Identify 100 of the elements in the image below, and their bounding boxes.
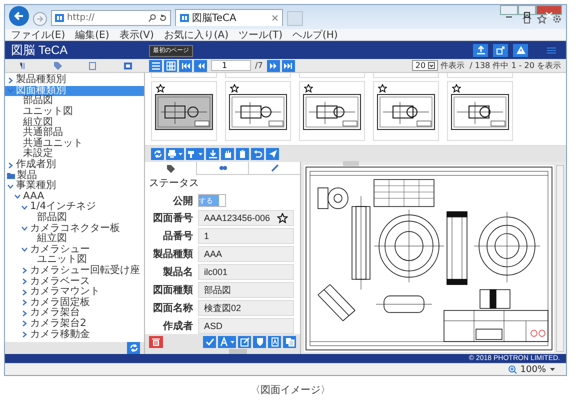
chevron-right-icon[interactable] — [21, 331, 28, 338]
tree-item[interactable]: 1/4インチネジ — [5, 202, 144, 213]
tree-item[interactable]: 未設定 — [5, 149, 144, 160]
chevron-right-icon[interactable] — [21, 267, 28, 274]
hand-button[interactable] — [221, 148, 234, 160]
tree-item[interactable]: カメラ架台 — [5, 308, 144, 319]
star-icon[interactable] — [378, 84, 387, 93]
star-icon[interactable] — [304, 84, 313, 93]
thumbnail-card[interactable] — [225, 81, 291, 141]
chevron-right-icon[interactable] — [21, 320, 28, 328]
tree-item[interactable]: AAA — [5, 192, 144, 202]
send-button[interactable] — [266, 148, 279, 160]
page-input[interactable]: 1 — [211, 60, 251, 71]
pdf-button[interactable] — [268, 336, 281, 348]
stamp-button[interactable] — [186, 148, 204, 160]
chevron-right-icon[interactable] — [7, 162, 14, 169]
star-icon[interactable] — [230, 84, 239, 93]
close-button[interactable] — [536, 5, 562, 15]
menu-item[interactable]: 表示(V) — [119, 29, 154, 40]
grid-view-button[interactable] — [164, 60, 177, 72]
chevron-down-icon[interactable] — [21, 246, 28, 254]
tree-item[interactable]: カメラシュー回転受け座 — [5, 266, 144, 276]
tree-item[interactable]: カメラベース — [5, 276, 144, 287]
sidebar-tab-icon[interactable] — [18, 60, 28, 70]
tree-item[interactable]: 組立図 — [5, 234, 144, 244]
thumbnail-card[interactable] — [447, 81, 513, 141]
chevron-right-icon[interactable] — [21, 299, 28, 306]
menu-item[interactable]: ツール(T) — [238, 29, 282, 40]
per-page-select[interactable]: 20 — [412, 60, 438, 71]
star-icon[interactable] — [156, 84, 165, 93]
upload-button[interactable] — [473, 44, 488, 56]
download-button[interactable] — [206, 148, 219, 160]
tree-item[interactable]: カメラコネクター板 — [5, 223, 144, 234]
text-field[interactable]: 検査図02 — [198, 300, 294, 316]
shield-button[interactable] — [253, 336, 266, 348]
thumbnail-card[interactable] — [299, 73, 365, 78]
maximize-button[interactable] — [518, 5, 536, 15]
chevron-right-icon[interactable] — [7, 76, 14, 84]
chevron-right-icon[interactable] — [21, 278, 28, 286]
address-field[interactable]: http:// — [51, 10, 171, 26]
first-page-button[interactable] — [179, 60, 192, 72]
scroll-bar[interactable] — [556, 165, 564, 352]
next-page-button[interactable] — [266, 60, 280, 72]
chevron-down-icon[interactable] — [21, 225, 28, 232]
text-field[interactable]: 部品図 — [198, 282, 294, 298]
text-field[interactable]: 1 — [198, 228, 294, 244]
edit-button[interactable] — [238, 336, 251, 348]
tree-item[interactable]: 組立図 — [5, 117, 144, 128]
refresh-button[interactable] — [127, 342, 140, 354]
thumbnail-card[interactable] — [225, 73, 291, 78]
tree-item[interactable]: ユニット図 — [5, 106, 144, 118]
menu-item[interactable]: ファイル(E) — [11, 29, 66, 40]
star-icon[interactable] — [452, 84, 461, 93]
caret-icon[interactable] — [549, 367, 556, 372]
chevron-down-icon[interactable] — [14, 193, 21, 200]
chevron-right-icon[interactable] — [21, 310, 28, 317]
clipboard-button[interactable] — [236, 148, 249, 160]
zoom-level[interactable]: 100% — [520, 364, 546, 374]
tree-item[interactable]: 共通部品 — [5, 128, 144, 139]
text-field[interactable]: AAA — [198, 246, 294, 262]
tree-item[interactable]: カメラ架台2 — [5, 318, 144, 330]
properties-tab[interactable] — [196, 162, 248, 175]
text-field[interactable]: ilc001 — [198, 264, 294, 280]
tree-item[interactable]: 事業種別 — [5, 180, 144, 192]
text-button[interactable] — [218, 336, 236, 348]
tree-item[interactable]: 部品図 — [5, 212, 144, 224]
approve-button[interactable] — [203, 336, 216, 348]
star-icon[interactable] — [277, 212, 288, 224]
thumbnail-card[interactable] — [151, 73, 217, 78]
tree-item[interactable]: 製品種類別 — [5, 75, 144, 86]
menu-icon[interactable] — [547, 46, 556, 54]
previous-page-button[interactable] — [194, 60, 207, 72]
properties-tab[interactable] — [248, 162, 300, 175]
star-icon[interactable] — [537, 14, 547, 24]
collapse-handle[interactable] — [229, 349, 247, 354]
text-field[interactable]: ASD — [198, 318, 294, 334]
chevron-down-icon[interactable] — [7, 182, 14, 190]
zoom-icon[interactable] — [508, 365, 518, 374]
thumbnail-card[interactable] — [373, 81, 439, 141]
copy-button[interactable] — [283, 336, 296, 348]
back-button[interactable] — [9, 6, 29, 26]
refresh-icon[interactable] — [159, 14, 167, 22]
thumbnail-card[interactable] — [447, 73, 513, 78]
home-icon[interactable] — [522, 14, 532, 24]
collapse-handle[interactable] — [343, 161, 359, 166]
warning-button[interactable] — [513, 44, 528, 56]
thumbnail-card[interactable] — [151, 81, 217, 141]
print-button[interactable] — [166, 148, 184, 160]
tree-item[interactable]: カメラシュー — [5, 244, 144, 256]
tree-item[interactable]: 製品 — [5, 170, 144, 181]
delete-button[interactable] — [149, 336, 163, 348]
thumbnail-card[interactable] — [299, 81, 365, 141]
export-button[interactable] — [493, 44, 508, 56]
list-view-button[interactable] — [149, 60, 162, 72]
settings-icon[interactable] — [552, 14, 562, 24]
thumbnail-card[interactable] — [373, 73, 439, 78]
menu-item[interactable]: お気に入り(A) — [164, 29, 229, 40]
undo-button[interactable] — [251, 148, 264, 160]
menu-item[interactable]: 編集(E) — [75, 29, 110, 40]
chevron-down-icon[interactable] — [21, 204, 28, 211]
